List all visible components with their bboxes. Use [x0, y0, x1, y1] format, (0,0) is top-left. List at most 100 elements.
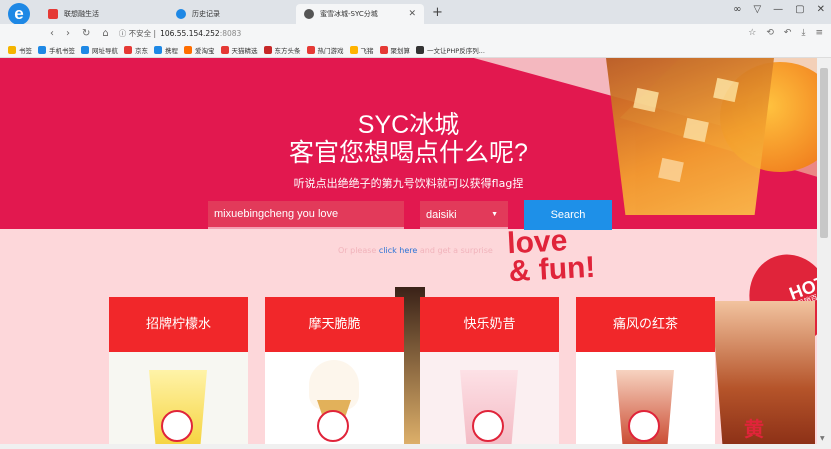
scrollbar-thumb[interactable] — [820, 68, 828, 238]
bookmark-item[interactable]: 热门游戏 — [306, 45, 344, 55]
product-card-black-tea[interactable]: 痛风の红茶 — [576, 297, 715, 444]
product-image — [420, 352, 559, 444]
vertical-scrollbar[interactable]: ▼ — [817, 58, 831, 444]
product-name: 招牌柠檬水 — [109, 297, 248, 352]
nav-buttons: ‹ › ↻ ⌂ — [50, 28, 109, 39]
bookmark-favicon-icon — [8, 45, 16, 54]
bookmark-label: 携程 — [165, 46, 178, 55]
ice-cube — [713, 77, 739, 103]
hero-subtitle: 听说点出绝绝子的第九号饮料就可以获得flag捏 — [293, 177, 524, 190]
security-label: 不安全 — [128, 28, 152, 38]
bookmark-favicon-icon — [349, 45, 358, 54]
menu-dropdown-icon[interactable]: ▽ — [753, 4, 761, 15]
chevron-down-icon: ▼ — [491, 211, 498, 218]
tab-close-icon[interactable]: ✕ — [408, 9, 416, 19]
love-fun-graphic: love & fun! — [506, 224, 597, 289]
product-card-lemonade[interactable]: 招牌柠檬水 — [109, 297, 248, 444]
reload-icon[interactable]: ↻ — [82, 28, 90, 39]
bookmark-label: 京东 — [135, 46, 148, 55]
undo-icon[interactable]: ↶ — [784, 28, 792, 38]
home-icon[interactable]: ⌂ — [102, 28, 108, 39]
minimize-icon[interactable]: — — [773, 4, 783, 15]
snow-king-mascot — [161, 410, 193, 442]
hero-question: 客官您想喝点什么呢? — [289, 139, 528, 167]
bookmark-favicon-icon — [416, 45, 424, 54]
bookmark-label: 手机书签 — [49, 46, 75, 55]
bookmark-item[interactable]: 一文让PHP反序列... — [416, 45, 485, 55]
download-icon[interactable]: ⤓ — [801, 28, 805, 38]
drink-select-value: daisiki — [426, 209, 457, 221]
snow-king-mascot — [317, 410, 349, 442]
promo-character: 黄 — [744, 417, 764, 441]
drink-select[interactable]: daisiki ▼ — [420, 201, 508, 229]
bookmark-favicon-icon — [38, 45, 46, 54]
tab-favicon-icon — [304, 9, 314, 19]
address-bar: ‹ › ↻ ⌂ ⓘ 不安全 | 106.55.154.252:8083 ☆ ⟲ … — [0, 24, 831, 42]
product-card-milkshake[interactable]: 快乐奶昔 — [420, 297, 559, 444]
browser-logo-icon[interactable]: e — [8, 3, 30, 25]
product-image — [265, 352, 404, 444]
bookmarks-bar: 书签 手机书签 网址导航 京东 携程 爱淘宝 天猫精选 东方头条 热门游戏 飞猪 聚划算 一文让PHP… — [0, 42, 831, 58]
scroll-down-icon[interactable]: ▼ — [820, 435, 825, 442]
user-icon[interactable]: ∞ — [733, 4, 741, 15]
product-name: 摩天脆脆 — [265, 297, 404, 352]
tab-history[interactable]: 历史记录 — [168, 4, 288, 24]
back-icon[interactable]: ‹ — [50, 28, 54, 39]
bookmark-favicon-icon — [81, 45, 89, 54]
bookmark-label: 天猫精选 — [231, 46, 258, 55]
bookmark-item[interactable]: 东方头条 — [263, 45, 301, 55]
bookmark-item[interactable]: 爱淘宝 — [184, 45, 215, 55]
url-field[interactable]: 106.55.154.252:8083 — [160, 29, 241, 38]
product-image — [109, 352, 248, 444]
horizontal-scrollbar — [0, 444, 831, 449]
hero-banner: SYC冰城 客官您想喝点什么呢? 听说点出绝绝子的第九号饮料就可以获得flag捏 — [0, 58, 817, 229]
extension-icon[interactable]: ⟲ — [766, 28, 774, 38]
bookmark-item[interactable]: 天猫精选 — [220, 45, 258, 55]
bookmark-favicon-icon — [263, 45, 272, 54]
product-name: 快乐奶昔 — [420, 297, 559, 352]
bookmark-label: 一文让PHP反序列... — [427, 46, 485, 55]
product-name: 痛风の红茶 — [576, 297, 715, 352]
bookmark-favicon-icon — [220, 45, 229, 54]
bookmark-label: 东方头条 — [274, 46, 301, 55]
bookmark-label: 热门游戏 — [317, 46, 344, 55]
bookmark-label: 聚划算 — [390, 46, 411, 55]
maximize-icon[interactable]: ▢ — [795, 4, 804, 15]
tab-favicon-icon — [176, 9, 186, 19]
url-port: :8083 — [219, 28, 242, 38]
love-line-2: & fun! — [507, 250, 597, 289]
bookmark-favicon-icon — [306, 45, 315, 54]
tab-favicon-icon — [48, 9, 58, 19]
tab-syc-active[interactable]: 蜜雪冰城-SYC分城 ✕ — [296, 4, 424, 24]
star-icon[interactable]: ☆ — [748, 28, 756, 38]
bookmark-item[interactable]: 飞猪 — [349, 45, 374, 55]
tab-lenovo[interactable]: 联想融生活 — [40, 4, 160, 24]
bookmark-label: 书签 — [19, 46, 32, 55]
forward-icon[interactable]: › — [66, 28, 70, 39]
tab-label: 蜜雪冰城-SYC分城 — [320, 10, 378, 18]
bookmark-favicon-icon — [379, 45, 388, 54]
click-here-link[interactable]: click here — [379, 246, 417, 255]
bookmark-favicon-icon — [124, 45, 132, 54]
bookmark-item[interactable]: 京东 — [124, 45, 148, 55]
product-card-sundae[interactable]: 摩天脆脆 — [265, 297, 404, 444]
bookmark-item[interactable]: 网址导航 — [81, 45, 118, 55]
menu-icon[interactable]: ≡ — [815, 28, 823, 38]
bookmark-item[interactable]: 手机书签 — [38, 45, 75, 55]
window-controls: ∞ ▽ — ▢ ✕ — [733, 4, 825, 15]
bookmark-label: 飞猪 — [360, 46, 374, 55]
bookmark-label: 网址导航 — [92, 46, 118, 55]
page-viewport: SYC冰城 客官您想喝点什么呢? 听说点出绝绝子的第九号饮料就可以获得flag捏… — [0, 58, 817, 444]
close-window-icon[interactable]: ✕ — [817, 4, 825, 15]
toolbar-icons: ☆ ⟲ ↶ ⤓ ≡ — [748, 28, 823, 38]
security-indicator[interactable]: ⓘ 不安全 | — [119, 28, 156, 39]
bookmark-favicon-icon — [184, 45, 192, 54]
snow-king-mascot — [628, 410, 660, 442]
bookmark-item[interactable]: 聚划算 — [379, 45, 411, 55]
bookmark-item[interactable]: 携程 — [154, 45, 178, 55]
product-image — [576, 352, 715, 444]
new-tab-button[interactable]: + — [432, 5, 443, 20]
hint-prefix: Or please — [338, 246, 377, 255]
drink-search-input[interactable] — [208, 201, 404, 229]
bookmark-item[interactable]: 书签 — [8, 45, 32, 55]
